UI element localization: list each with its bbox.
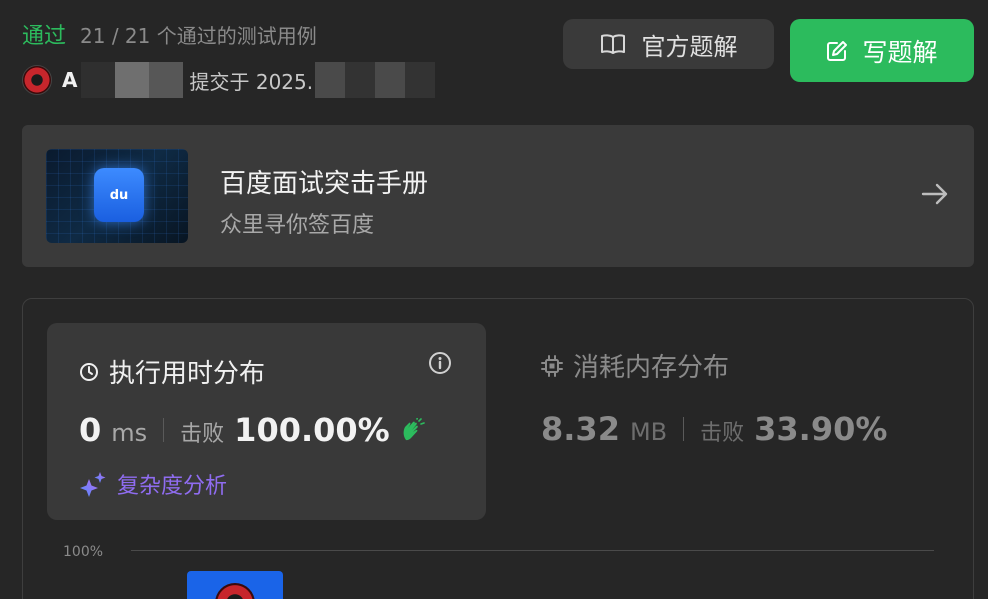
memory-value: 8.32 — [541, 410, 620, 448]
official-solution-button[interactable]: 官方题解 — [563, 19, 774, 69]
book-icon — [600, 34, 625, 54]
memory-title: 消耗内存分布 — [541, 347, 887, 384]
chart-y-axis-label: 100% — [63, 544, 104, 560]
arrow-right-icon[interactable] — [920, 179, 950, 209]
runtime-card[interactable]: 执行用时分布 0 ms 击败 100.00% 复杂度分析 — [47, 323, 486, 520]
complexity-analysis-link[interactable]: 复杂度分析 — [79, 468, 227, 500]
official-solution-label: 官方题解 — [641, 32, 738, 61]
chart-bar-mine[interactable] — [187, 571, 283, 599]
banner-thumbnail: du — [46, 149, 188, 243]
memory-title-text: 消耗内存分布 — [573, 353, 730, 383]
info-icon[interactable] — [428, 351, 452, 375]
test-cases-count: 21 / 21 个通过的测试用例 — [80, 24, 317, 48]
write-solution-button[interactable]: 写题解 — [790, 19, 974, 82]
chip-icon — [541, 354, 563, 377]
complexity-analysis-label: 复杂度分析 — [117, 474, 228, 499]
banner-subtitle: 众里寻你签百度 — [220, 213, 375, 238]
memory-unit: MB — [629, 418, 668, 446]
runtime-title-text: 执行用时分布 — [109, 359, 266, 389]
chart-gridline — [131, 550, 934, 551]
clap-icon — [403, 418, 425, 441]
promo-banner[interactable]: du 百度面试突击手册 众里寻你签百度 — [22, 125, 974, 267]
memory-beats-label: 击败 — [700, 421, 745, 446]
sparkle-icon — [80, 472, 106, 497]
runtime-beats-label: 击败 — [180, 422, 225, 447]
runtime-metric: 0 ms 击败 100.00% — [79, 411, 426, 449]
banner-title: 百度面试突击手册 — [220, 169, 429, 199]
divider — [163, 418, 165, 442]
divider — [683, 417, 685, 441]
submitted-date-text: 提交于 2025. — [189, 69, 314, 94]
username-redacted — [81, 62, 184, 98]
status-line: 通过 21 / 21 个通过的测试用例 — [22, 18, 317, 50]
bar-avatar — [215, 583, 255, 599]
baidu-logo-icon: du — [94, 168, 144, 222]
runtime-value: 0 — [79, 411, 102, 449]
memory-area[interactable]: 消耗内存分布 8.32 MB 击败 33.90% — [541, 347, 887, 448]
runtime-title: 执行用时分布 — [79, 353, 265, 390]
clock-icon — [80, 362, 98, 381]
status-pass: 通过 — [22, 24, 67, 49]
avatar[interactable] — [22, 65, 52, 95]
username-initial[interactable]: A — [62, 68, 77, 92]
write-solution-label: 写题解 — [862, 37, 938, 67]
memory-beats-percent: 33.90% — [754, 410, 888, 448]
runtime-unit: ms — [111, 419, 148, 447]
submission-info: A 提交于 2025. — [22, 62, 436, 98]
edit-icon — [827, 40, 848, 61]
runtime-beats-percent: 100.00% — [234, 411, 390, 449]
memory-metric: 8.32 MB 击败 33.90% — [541, 410, 887, 448]
date-redacted — [315, 62, 436, 98]
